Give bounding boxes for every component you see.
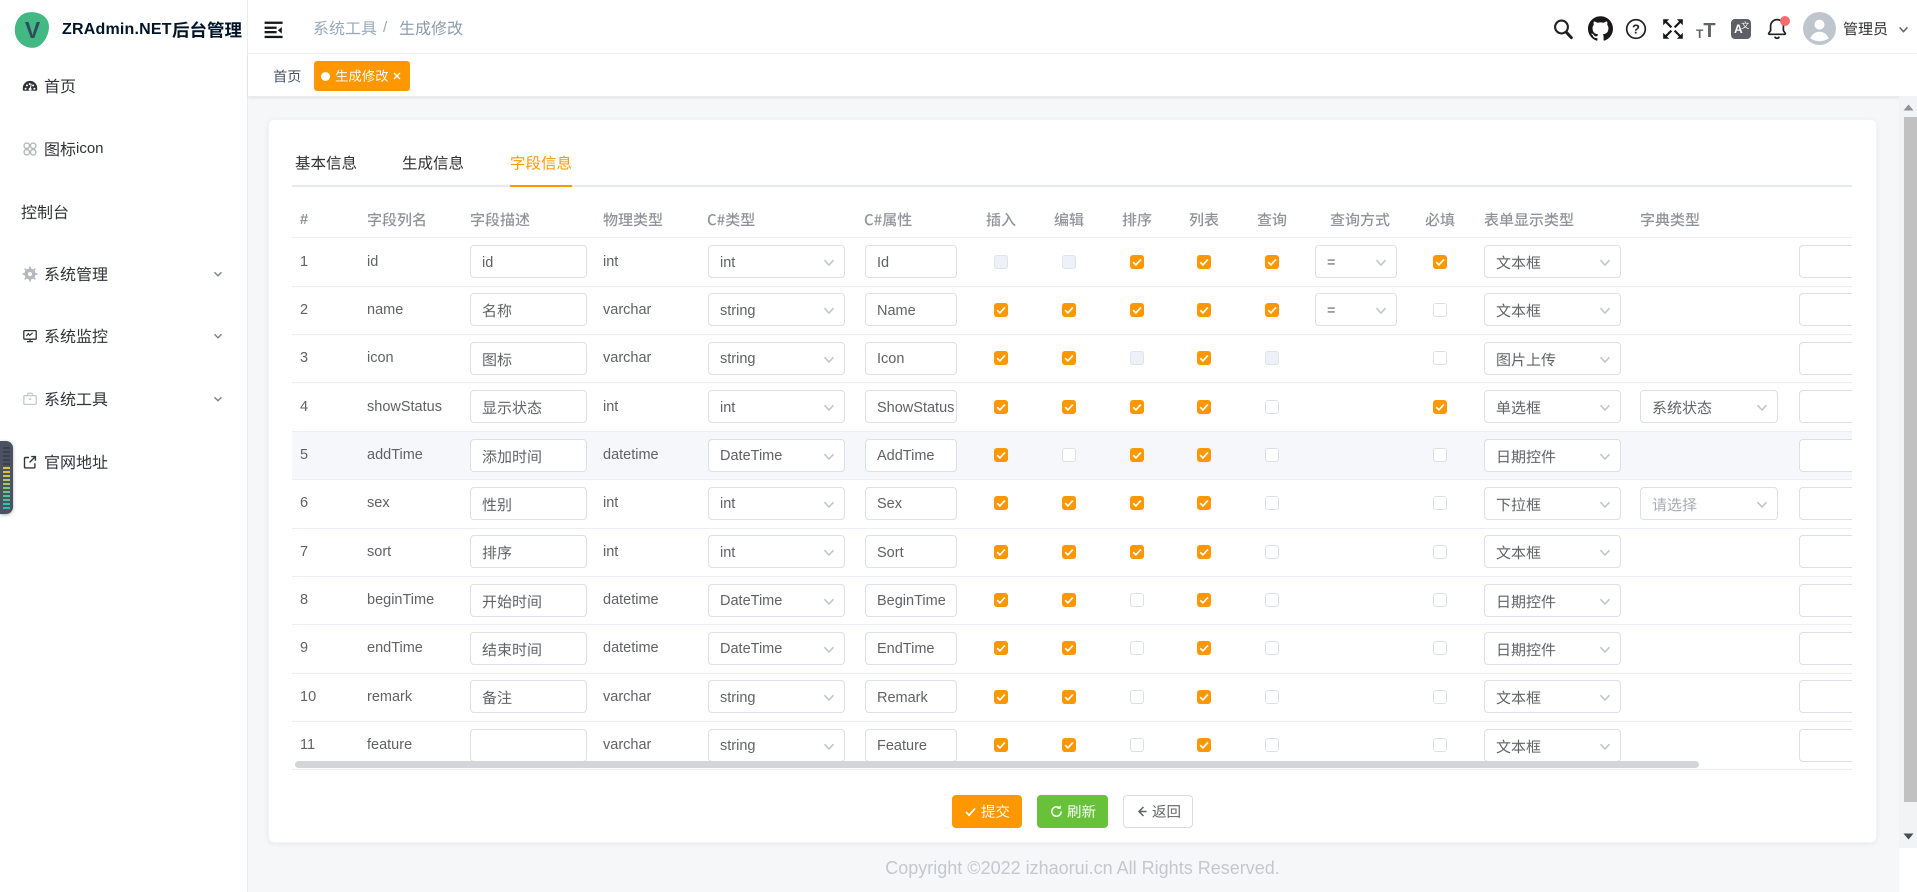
svg-text:?: ? — [1632, 22, 1640, 37]
svg-text:V: V — [25, 17, 41, 43]
